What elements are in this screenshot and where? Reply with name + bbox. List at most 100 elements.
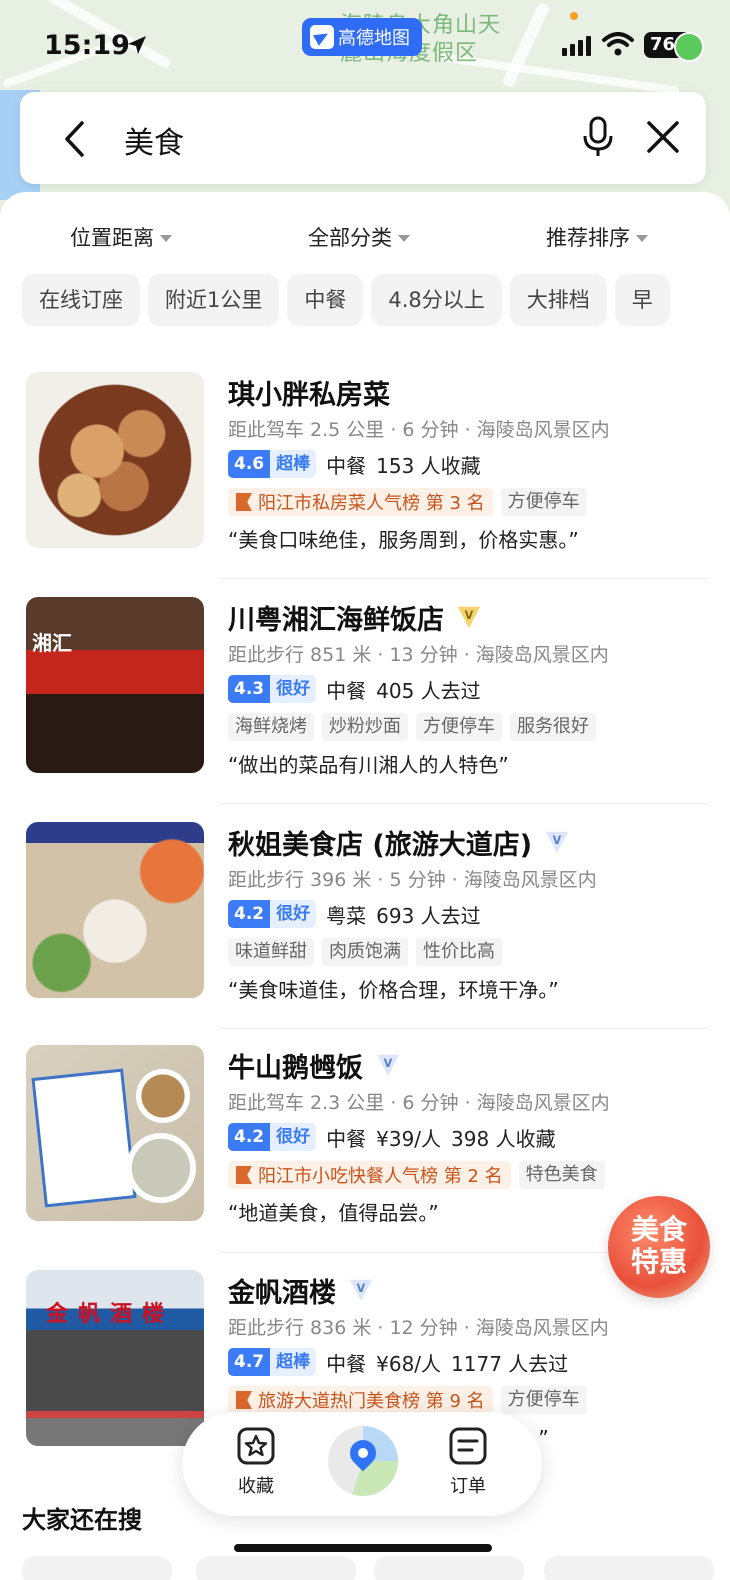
review-quote: “美食口味绝佳，服务周到，价格实惠。” — [228, 528, 579, 552]
feature-tag: 海鲜烧烤 — [228, 713, 314, 741]
result-card[interactable]: 湘汇 川粤湘汇海鲜饭店 V 距此步行 851 米 · 13 分钟 · 海陵岛风景… — [0, 597, 730, 822]
restaurant-name[interactable]: 牛山鹅乸饭 — [228, 1046, 363, 1085]
back-to-app-badge[interactable]: 高德地图 — [302, 18, 422, 56]
restaurant-distance: 距此步行 396 米 · 5 分钟 · 海陵岛风景区内 — [228, 869, 597, 891]
feature-tag: 炒粉炒面 — [322, 713, 408, 741]
map-user-dot — [674, 32, 704, 62]
status-bar: 15:19 高德地图 76 — [0, 0, 730, 90]
restaurant-photo[interactable] — [26, 372, 204, 548]
result-card[interactable]: 琪小胖私房菜 距此驾车 2.5 公里 · 6 分钟 · 海陵岛风景区内 4.6 超… — [0, 372, 730, 597]
review-quote: “做出的菜品有川湘人的人特色” — [228, 753, 509, 777]
amap-logo-icon — [310, 25, 334, 49]
divider — [220, 578, 708, 579]
restaurant-category: 中餐 — [326, 678, 367, 703]
restaurant-name[interactable]: 金帆酒楼 — [228, 1271, 336, 1310]
rank-badge[interactable]: 阳江市私房菜人气榜 第 3 名 — [228, 488, 493, 516]
blue-verified-icon: V — [545, 831, 569, 854]
restaurant-distance: 距此步行 836 米 · 12 分钟 · 海陵岛风景区内 — [228, 1317, 609, 1339]
rank-flag-icon — [236, 1391, 252, 1409]
nav-orders[interactable]: 订单 — [428, 1426, 508, 1498]
divider — [220, 1028, 708, 1029]
restaurant-stat: 398 人收藏 — [451, 1126, 556, 1151]
bottom-nav: 收藏 订单 — [182, 1412, 542, 1516]
restaurant-photo[interactable] — [26, 1045, 204, 1221]
rating-badge: 4.6 超棒 — [228, 450, 317, 478]
home-indicator[interactable] — [234, 1544, 492, 1552]
feature-tag: 方便停车 — [500, 1386, 587, 1414]
restaurant-distance: 距此步行 851 米 · 13 分钟 · 海陵岛风景区内 — [228, 644, 609, 666]
restaurant-price: ¥68/人 — [376, 1351, 442, 1376]
location-arrow-icon — [128, 36, 146, 54]
related-searches-row[interactable] — [0, 1556, 730, 1580]
restaurant-category: 粤菜 — [326, 903, 367, 928]
chip-nearby-1km[interactable]: 附近1公里 — [148, 274, 280, 326]
nav-favorites[interactable]: 收藏 — [216, 1426, 296, 1498]
restaurant-name[interactable]: 琪小胖私房菜 — [228, 373, 390, 412]
filter-distance[interactable]: 位置距离 — [70, 222, 172, 252]
caret-down-icon — [160, 235, 172, 242]
rank-flag-icon — [236, 1166, 252, 1184]
svg-text:V: V — [465, 609, 474, 622]
star-bookmark-icon — [237, 1427, 275, 1465]
restaurant-category: 中餐 — [326, 1351, 367, 1376]
chip-food-stall[interactable]: 大排档 — [509, 274, 607, 326]
rating-badge: 4.3 很好 — [228, 675, 317, 703]
back-icon[interactable] — [62, 120, 86, 158]
filter-category[interactable]: 全部分类 — [308, 222, 410, 252]
restaurant-photo[interactable]: 湘汇 — [26, 597, 204, 773]
rank-badge[interactable]: 阳江市小吃快餐人气榜 第 2 名 — [228, 1161, 511, 1189]
feature-tag: 性价比高 — [416, 938, 502, 966]
svg-text:V: V — [553, 834, 562, 847]
rank-flag-icon — [236, 493, 252, 511]
chip-breakfast[interactable]: 早 — [614, 274, 670, 326]
chip-online-booking[interactable]: 在线订座 — [22, 274, 140, 326]
privacy-indicator-dot — [570, 12, 578, 20]
restaurant-distance: 距此驾车 2.3 公里 · 6 分钟 · 海陵岛风景区内 — [228, 1092, 610, 1114]
feature-tag: 特色美食 — [518, 1161, 605, 1189]
divider — [220, 803, 708, 804]
quick-filter-chips: 在线订座 附近1公里 中餐 4.8分以上 大排档早 — [22, 274, 730, 326]
restaurant-stat: 1177 人去过 — [451, 1351, 569, 1376]
caret-down-icon — [636, 235, 648, 242]
wifi-icon — [602, 32, 634, 56]
restaurant-price: ¥39/人 — [376, 1126, 442, 1151]
cellular-signal-icon — [562, 36, 591, 56]
restaurant-category: 中餐 — [326, 1126, 367, 1151]
result-card[interactable]: 秋姐美食店 (旅游大道店) V 距此步行 396 米 · 5 分钟 · 海陵岛风… — [0, 822, 730, 1047]
nav-map-home[interactable] — [328, 1426, 398, 1496]
filter-bar: 位置距离 全部分类 推荐排序 — [0, 222, 730, 258]
feature-tag: 服务很好 — [510, 713, 596, 741]
rating-badge: 4.2 很好 — [228, 1123, 317, 1151]
restaurant-category: 中餐 — [326, 453, 367, 478]
feature-tag: 肉质饱满 — [322, 938, 408, 966]
search-bar[interactable]: 美食 — [20, 92, 706, 184]
restaurant-stat: 153 人收藏 — [376, 453, 481, 478]
restaurant-photo[interactable] — [26, 822, 204, 998]
restaurant-distance: 距此驾车 2.5 公里 · 6 分钟 · 海陵岛风景区内 — [228, 419, 610, 441]
chip-rating-4-8[interactable]: 4.8分以上 — [371, 274, 502, 326]
feature-tag: 味道鲜甜 — [228, 938, 314, 966]
blue-verified-icon: V — [376, 1054, 400, 1077]
filter-sort[interactable]: 推荐排序 — [546, 222, 648, 252]
restaurant-name[interactable]: 秋姐美食店 (旅游大道店) — [228, 823, 532, 862]
restaurant-stat: 693 人去过 — [376, 903, 481, 928]
restaurant-photo[interactable]: 金帆酒楼 — [26, 1270, 204, 1446]
blue-verified-icon: V — [349, 1279, 373, 1302]
feature-tag: 方便停车 — [416, 713, 502, 741]
rank-badge[interactable]: 旅游大道热门美食榜 第 9 名 — [228, 1386, 493, 1414]
restaurant-stat: 405 人去过 — [376, 678, 481, 703]
feature-tag: 方便停车 — [500, 488, 587, 516]
food-deals-floating-button[interactable]: 美食 特惠 — [608, 1196, 710, 1298]
microphone-icon[interactable] — [582, 116, 614, 158]
chip-chinese-food[interactable]: 中餐 — [287, 274, 364, 326]
search-input[interactable]: 美食 — [124, 118, 184, 162]
results-panel: 位置距离 全部分类 推荐排序 在线订座 附近1公里 中餐 4.8分以上 大排档早 琪小胖… — [0, 192, 730, 1580]
order-list-icon — [449, 1427, 487, 1465]
svg-text:V: V — [384, 1057, 393, 1070]
svg-text:V: V — [357, 1282, 366, 1295]
close-icon[interactable] — [646, 120, 680, 154]
section-title-others-search: 大家还在搜 — [22, 1506, 142, 1534]
rating-badge: 4.7 超棒 — [228, 1348, 317, 1376]
review-quote: “美食味道佳，价格合理，环境干净。” — [228, 978, 559, 1002]
restaurant-name[interactable]: 川粤湘汇海鲜饭店 — [228, 598, 444, 637]
